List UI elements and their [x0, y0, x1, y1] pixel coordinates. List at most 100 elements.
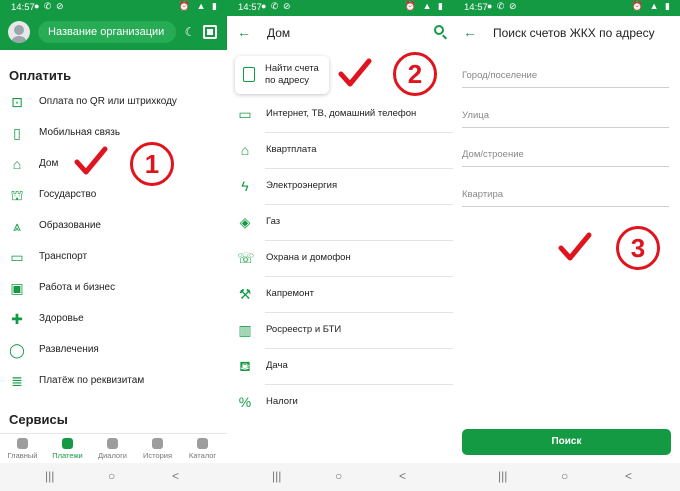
menu-item-mobile[interactable]: ▯ Мобильная связь: [0, 118, 227, 149]
menu-item-health[interactable]: ✚ Здоровье: [0, 304, 227, 335]
menu-item-requisites[interactable]: ≣ Платёж по реквизитам: [0, 366, 227, 397]
nav-payments[interactable]: Платежи: [45, 438, 90, 460]
nav-label: История: [142, 451, 173, 460]
red-checkmark-1: [74, 146, 108, 175]
street-input[interactable]: [462, 104, 669, 126]
menu-item-work[interactable]: ▣ Работа и бизнес: [0, 273, 227, 304]
search-button[interactable]: Поиск: [462, 429, 671, 455]
system-status-icons: ⏰ ▲ ▮: [631, 1, 672, 11]
recent-apps-button[interactable]: |||: [45, 469, 54, 483]
menu-item-home[interactable]: ⌂ Дом: [0, 149, 227, 180]
apartment-field[interactable]: [462, 183, 669, 207]
tv-icon: ▭: [238, 106, 252, 122]
list-item-label: Капремонт: [266, 288, 314, 299]
list-item-dacha[interactable]: ⛾ Дача: [227, 349, 453, 385]
list-item-security[interactable]: ☏ Охрана и домофон: [227, 241, 453, 277]
find-bills-by-address-button[interactable]: Найти счета по адресу: [235, 56, 329, 94]
moon-icon[interactable]: ☾: [183, 25, 197, 39]
organization-search-input[interactable]: Название организации: [38, 21, 176, 43]
nav-dialogs[interactable]: Диалоги: [90, 438, 135, 460]
home-button[interactable]: ○: [335, 469, 342, 483]
home-button[interactable]: ○: [108, 469, 115, 483]
nav-main[interactable]: Главный: [0, 438, 45, 460]
status-bar: 14:57 ● ✆ ⊘ ⏰ ▲ ▮: [227, 0, 453, 16]
recent-apps-button[interactable]: |||: [272, 469, 281, 483]
menu-item-label: Платёж по реквизитам: [39, 375, 145, 386]
list-item-label: Интернет, ТВ, домашний телефон: [266, 108, 417, 119]
city-field[interactable]: [462, 64, 669, 88]
list-item-rent[interactable]: ⌂ Квартплата: [227, 133, 453, 169]
list-item-internet[interactable]: ▭ Интернет, ТВ, домашний телефон: [227, 97, 453, 133]
status-time: 14:57: [464, 2, 488, 13]
notification-icons: ● ✆ ⊘: [261, 1, 292, 11]
phone-icon: ▯: [13, 125, 21, 141]
list-item-gas[interactable]: ◈ Газ: [227, 205, 453, 241]
back-button[interactable]: <: [172, 469, 179, 483]
menu-item-qr[interactable]: ⊡ Оплата по QR или штрихкоду: [0, 87, 227, 118]
status-bar: 14:57 ● ✆ ⊘ ⏰ ▲ ▮: [453, 0, 680, 16]
menu-item-label: Развлечения: [39, 344, 99, 355]
menu-item-government[interactable]: ⛫ Государство: [0, 180, 227, 211]
status-time: 14:57: [11, 2, 35, 13]
percent-icon: %: [238, 394, 252, 410]
map-icon: ▥: [238, 322, 252, 338]
menu-item-transport[interactable]: ▭ Транспорт: [0, 242, 227, 273]
avatar[interactable]: [8, 21, 30, 43]
system-navigation-bar: ||| ○ <: [453, 463, 680, 491]
step-number-2: 2: [393, 52, 437, 96]
system-status-icons: ⏰ ▲ ▮: [178, 1, 219, 11]
notification-icons: ● ✆ ⊘: [34, 1, 65, 11]
nav-label: Каталог: [188, 451, 217, 460]
house-icon: ⌂: [240, 142, 250, 158]
list-item-label: Квартплата: [266, 144, 317, 155]
find-card-label: Найти счета по адресу: [265, 63, 319, 86]
services-section-title: Сервисы: [9, 412, 68, 427]
list-item-capital-repair[interactable]: ⚒ Капремонт: [227, 277, 453, 313]
notification-icons: ● ✆ ⊘: [487, 1, 518, 11]
back-arrow-icon[interactable]: ←: [463, 24, 477, 40]
list-item-label: Охрана и домофон: [266, 252, 351, 263]
back-arrow-icon[interactable]: ←: [237, 24, 251, 40]
home-header: ← Дом: [227, 16, 453, 50]
list-item-label: Дача: [266, 360, 288, 371]
back-button[interactable]: <: [625, 469, 632, 483]
intercom-icon: ☏: [237, 250, 255, 266]
street-field[interactable]: [462, 104, 669, 128]
menu-item-label: Государство: [39, 189, 97, 200]
building-input[interactable]: [462, 143, 669, 165]
building-field[interactable]: [462, 143, 669, 167]
list-item-electricity[interactable]: ϟ Электроэнергия: [227, 169, 453, 205]
city-input[interactable]: [462, 64, 669, 86]
nav-history[interactable]: История: [135, 438, 180, 460]
home-category-screen: 14:57 ● ✆ ⊘ ⏰ ▲ ▮ ← Дом Найти счета по а…: [227, 0, 453, 491]
payments-header: Название организации ☾: [0, 16, 227, 50]
nav-label: Платежи: [52, 451, 83, 460]
balloon-icon: ◯: [9, 342, 25, 358]
payments-arrow-icon: [62, 438, 73, 449]
menu-item-entertainment[interactable]: ◯ Развлечения: [0, 335, 227, 366]
bus-icon: ▭: [10, 249, 24, 265]
qr-scanner-icon[interactable]: [203, 25, 217, 39]
list-item-rosreestr[interactable]: ▥ Росреестр и БТИ: [227, 313, 453, 349]
red-checkmark-2: [338, 58, 372, 87]
recent-apps-button[interactable]: |||: [498, 469, 507, 483]
step-number-3: 3: [616, 226, 660, 270]
menu-item-label: Мобильная связь: [39, 127, 121, 138]
apartment-input[interactable]: [462, 183, 669, 205]
menu-item-label: Образование: [39, 220, 101, 231]
home-button[interactable]: ○: [561, 469, 568, 483]
status-bar: 14:57 ● ✆ ⊘ ⏰ ▲ ▮: [0, 0, 227, 16]
bill-document-icon: [243, 67, 255, 82]
list-item-label: Электроэнергия: [266, 180, 338, 191]
clock-icon: [152, 438, 163, 449]
back-button[interactable]: <: [399, 469, 406, 483]
list-item-taxes[interactable]: % Налоги: [227, 385, 453, 421]
bottom-navigation: Главный Платежи Диалоги История Каталог: [0, 433, 227, 463]
cart-icon: [197, 438, 208, 449]
nav-catalog[interactable]: Каталог: [180, 438, 225, 460]
graduation-cap-icon: ⩓: [13, 218, 21, 234]
menu-item-education[interactable]: ⩓ Образование: [0, 211, 227, 242]
payments-screen: 14:57 ● ✆ ⊘ ⏰ ▲ ▮ Название организации ☾…: [0, 0, 227, 491]
search-icon[interactable]: [434, 25, 444, 35]
hammer-icon: ⚒: [238, 286, 252, 302]
